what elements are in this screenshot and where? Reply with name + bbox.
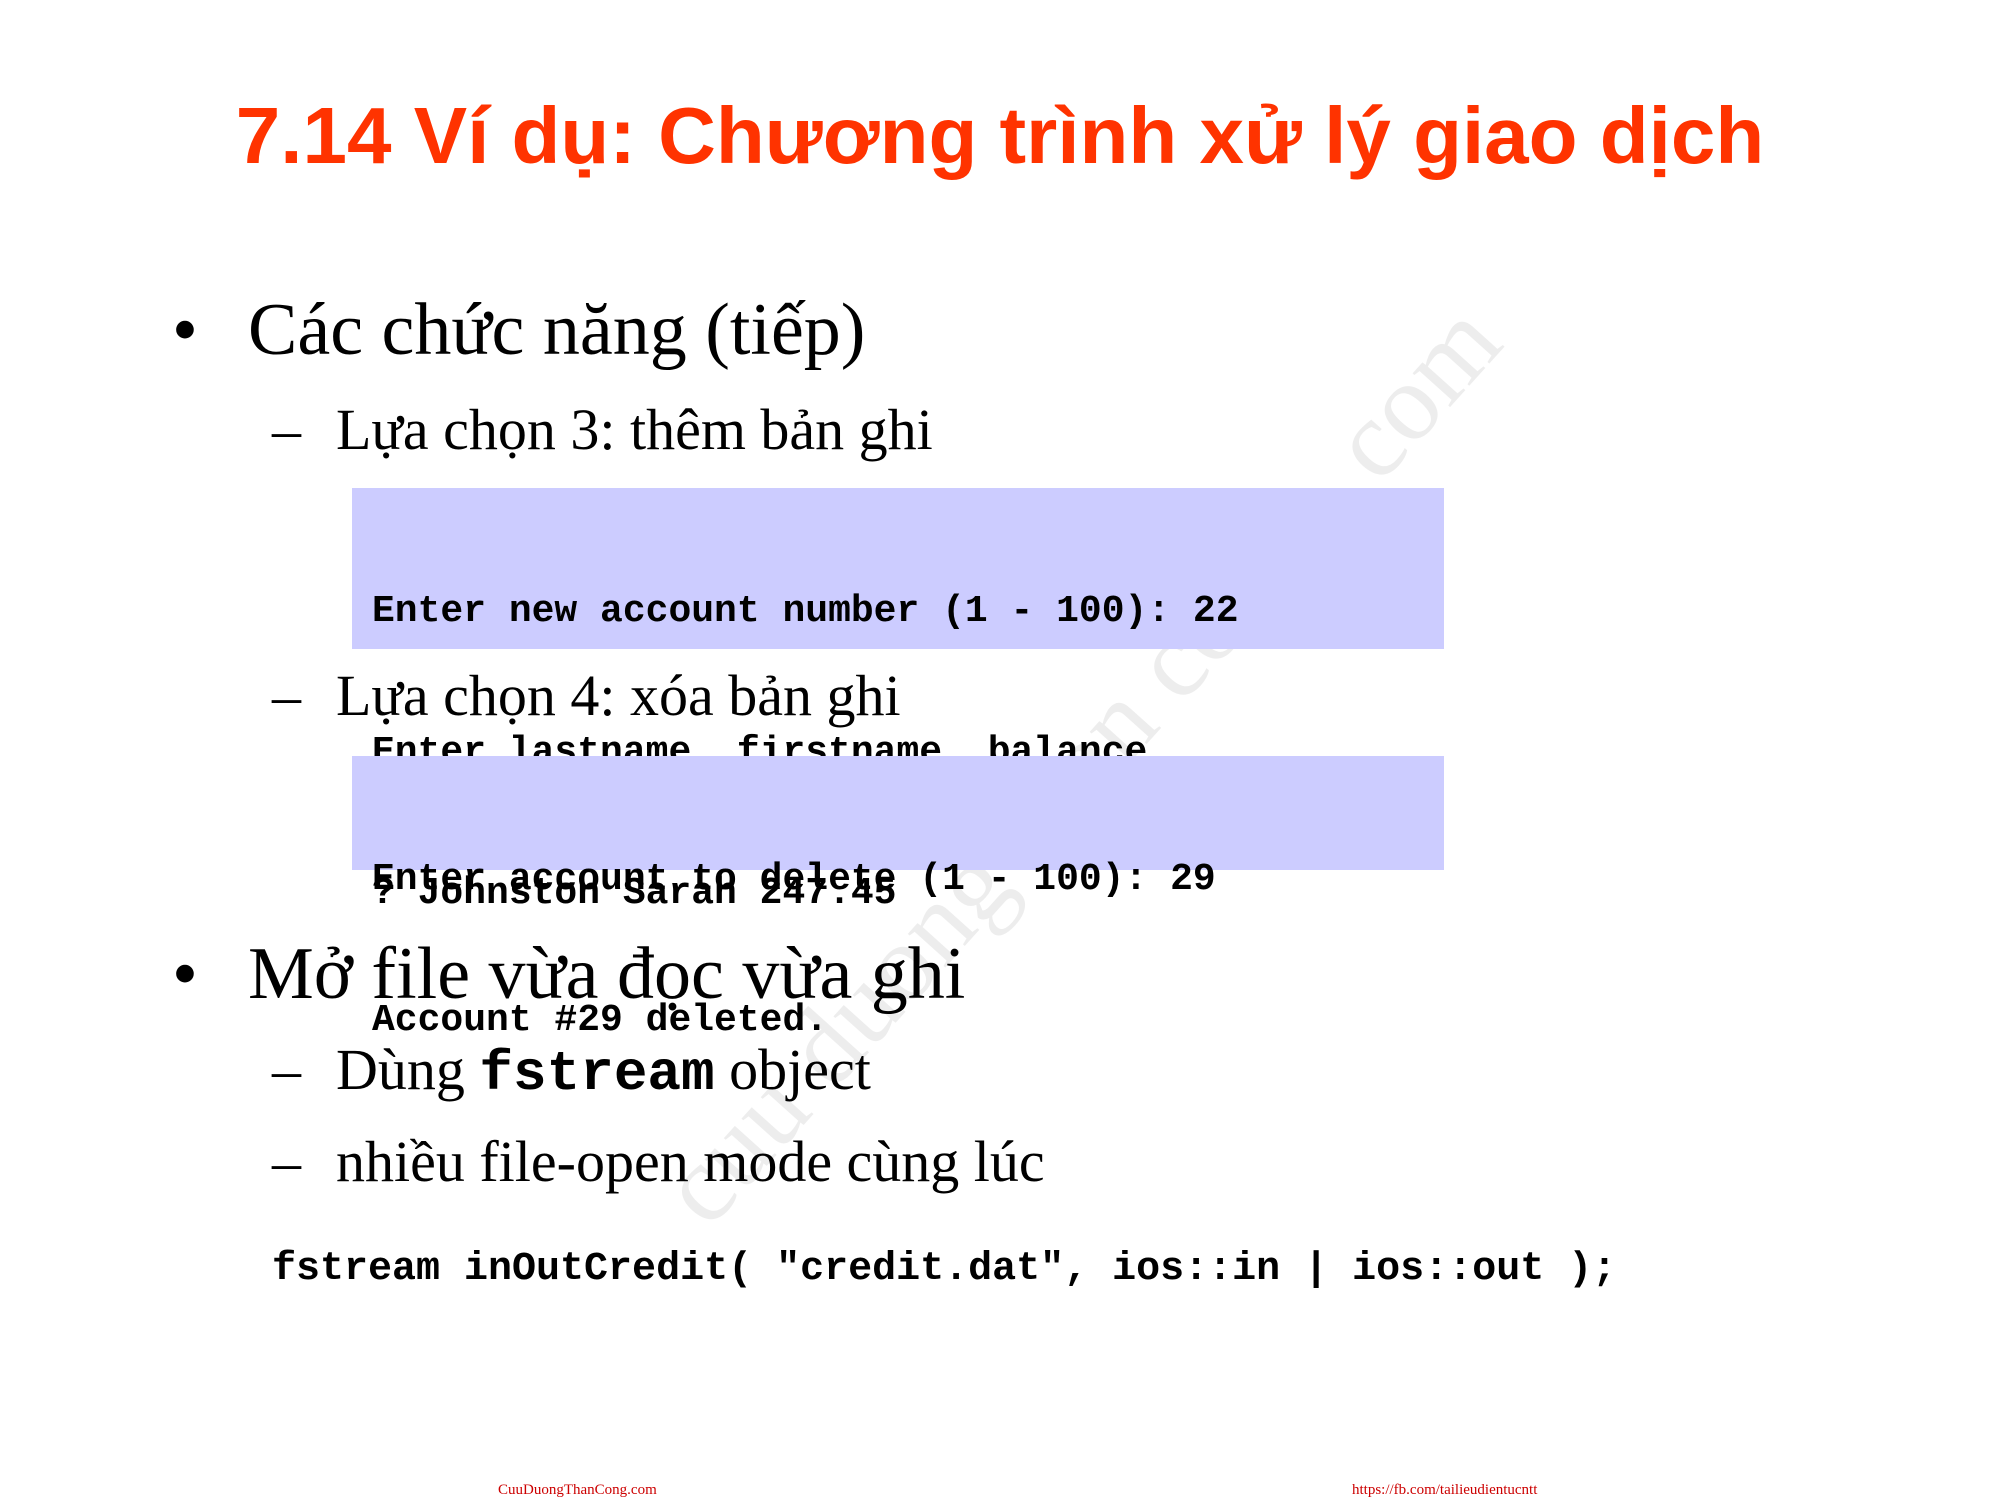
bullet-marker: • bbox=[172, 933, 198, 1015]
bullet-text: Mở file vừa đọc vừa ghi bbox=[248, 933, 966, 1015]
dash-marker: – bbox=[272, 663, 301, 728]
dash-marker: – bbox=[272, 1129, 301, 1194]
bullet-open-file: • Mở file vừa đọc vừa ghi bbox=[172, 933, 966, 1015]
bullet-features: • Các chức năng (tiếp) bbox=[172, 289, 866, 371]
sub-item-text: Lựa chọn 3: thêm bản ghi bbox=[336, 397, 933, 462]
code-box-add-record: Enter new account number (1 - 100): 22 E… bbox=[352, 488, 1444, 915]
sub-item-prefix: Dùng bbox=[336, 1037, 480, 1102]
sub-item-option-3: – Lựa chọn 3: thêm bản ghi bbox=[272, 398, 933, 462]
footer-right-link[interactable]: https://fb.com/tailieudientucntt bbox=[1352, 1482, 1537, 1499]
code-fstream-declaration: fstream inOutCredit( "credit.dat", ios::… bbox=[272, 1247, 1617, 1292]
sub-item-text: nhiều file-open mode cùng lúc bbox=[336, 1129, 1045, 1194]
bullet-text: Các chức năng (tiếp) bbox=[248, 289, 866, 371]
sub-item-text: Lựa chọn 4: xóa bản ghi bbox=[336, 663, 901, 728]
sub-item-option-4: – Lựa chọn 4: xóa bản ghi bbox=[272, 664, 901, 728]
code-box-delete-record: Enter account to delete (1 - 100): 29 Ac… bbox=[352, 756, 1444, 1042]
dash-marker: – bbox=[272, 1037, 301, 1102]
code-line: Enter account to delete (1 - 100): 29 bbox=[372, 858, 1216, 901]
sub-item-fstream: – Dùng fstream object bbox=[272, 1038, 871, 1106]
sub-item-suffix: object bbox=[714, 1037, 871, 1102]
code-line: Enter new account number (1 - 100): 22 bbox=[372, 590, 1239, 633]
inline-code-fstream: fstream bbox=[479, 1042, 715, 1106]
dash-marker: – bbox=[272, 397, 301, 462]
footer-left-link[interactable]: CuuDuongThanCong.com bbox=[498, 1482, 657, 1499]
sub-item-multiple-modes: – nhiều file-open mode cùng lúc bbox=[272, 1130, 1045, 1194]
slide-title: 7.14 Ví dụ: Chương trình xử lý giao dịch bbox=[235, 91, 1765, 180]
bullet-marker: • bbox=[172, 289, 198, 371]
